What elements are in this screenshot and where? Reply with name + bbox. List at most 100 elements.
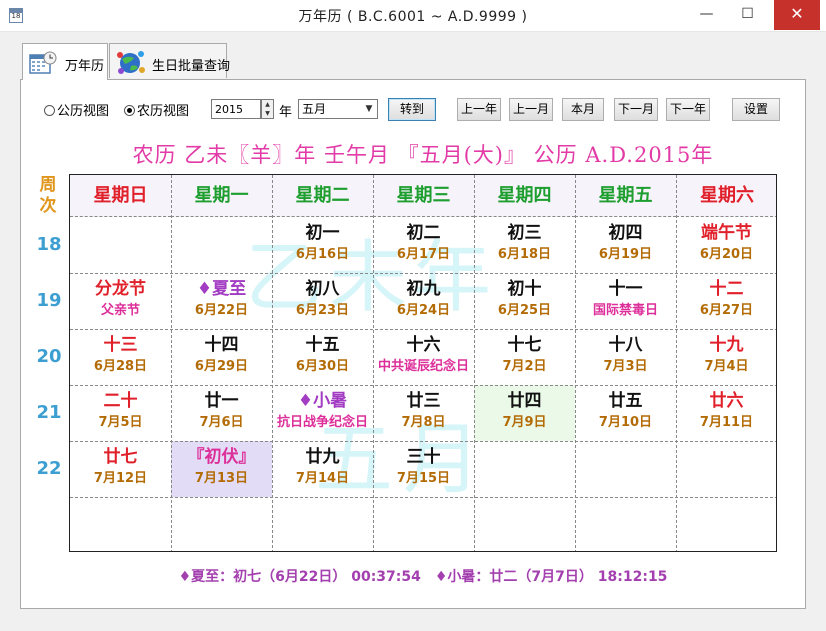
weekday-header: 星期日 bbox=[70, 175, 171, 217]
day-cell[interactable]: 十二 6月27日 bbox=[676, 273, 776, 329]
lunar-day-label: 十二 bbox=[709, 279, 744, 299]
solar-date-label: 6月24日 bbox=[396, 303, 451, 318]
day-cell[interactable]: 廿七 7月12日 bbox=[70, 441, 171, 497]
month-select[interactable]: 五月 ▼ bbox=[298, 99, 378, 119]
week-number-21: 21 bbox=[36, 402, 62, 423]
solar-date-label: 7月5日 bbox=[98, 415, 143, 430]
day-cell[interactable]: 三十 7月15日 bbox=[373, 441, 474, 497]
day-cell[interactable]: 十三 6月28日 bbox=[70, 329, 171, 385]
solar-date-label: 6月27日 bbox=[699, 303, 754, 318]
spin-down-icon[interactable]: ▼ bbox=[262, 109, 273, 118]
solar-date-label: 7月15日 bbox=[396, 471, 451, 486]
day-cell[interactable]: 十五 6月30日 bbox=[272, 329, 373, 385]
tab-calendar[interactable]: 万年历 bbox=[22, 43, 108, 80]
lunar-day-label: 十四 bbox=[204, 335, 239, 355]
solar-date-label: 6月25日 bbox=[497, 303, 552, 318]
this-month-button[interactable]: 本月 bbox=[562, 98, 604, 121]
lunar-day-label: 十九 bbox=[709, 335, 744, 355]
calendar-grid: 乙未年 五月 星期日 星期一 星期二 星期三 星期四 星期五 星期六 初一 6月16日 初二 6月1… bbox=[69, 174, 777, 552]
empty-day-cell[interactable] bbox=[676, 441, 776, 497]
solar-terms-footer: ♦夏至：初七（6月22日） 00:37:54 ♦小暑：廿二（7月7日） 18:1… bbox=[178, 569, 668, 585]
empty-day-cell[interactable] bbox=[575, 441, 676, 497]
lunar-day-label: 廿四 bbox=[507, 391, 542, 411]
day-cell[interactable]: ♦小暑 抗日战争纪念日 bbox=[272, 385, 373, 441]
day-cell[interactable]: 廿六 7月11日 bbox=[676, 385, 776, 441]
lunar-day-label: 二十 bbox=[103, 391, 138, 411]
prev-year-button[interactable]: 上一年 bbox=[457, 98, 501, 121]
year-spinner[interactable]: ▲ ▼ bbox=[261, 99, 274, 119]
week-number-20: 20 bbox=[36, 346, 62, 367]
solar-date-label: 6月17日 bbox=[396, 247, 451, 262]
close-button[interactable]: ✕ bbox=[774, 0, 820, 30]
settings-button[interactable]: 设置 bbox=[732, 98, 780, 121]
day-cell[interactable]: 十八 7月3日 bbox=[575, 329, 676, 385]
solar-date-label: 7月14日 bbox=[295, 471, 350, 486]
lunar-day-label: 初二 bbox=[406, 223, 441, 243]
solar-date-label: 6月29日 bbox=[194, 359, 249, 374]
lunar-day-label: 廿七 bbox=[103, 447, 138, 467]
next-year-button[interactable]: 下一年 bbox=[666, 98, 710, 121]
solar-view-label: 公历视图 bbox=[57, 104, 110, 119]
day-cell[interactable]: 廿五 7月10日 bbox=[575, 385, 676, 441]
year-input[interactable]: 2015 bbox=[211, 99, 261, 119]
prev-month-button[interactable]: 上一月 bbox=[509, 98, 553, 121]
day-cell[interactable]: 初二 6月17日 bbox=[373, 217, 474, 273]
day-cell[interactable]: 廿一 7月6日 bbox=[171, 385, 272, 441]
week-number-header: 周 次 bbox=[34, 175, 62, 217]
solar-date-label: 7月10日 bbox=[598, 415, 653, 430]
solar-date-label: 7月3日 bbox=[603, 359, 648, 374]
lunar-view-radio[interactable]: 农历视图 bbox=[124, 100, 189, 119]
grid-column-divider bbox=[171, 175, 172, 551]
next-month-button[interactable]: 下一月 bbox=[614, 98, 658, 121]
day-cell[interactable]: ♦夏至 6月22日 bbox=[171, 273, 272, 329]
maximize-button[interactable]: ☐ bbox=[731, 0, 764, 30]
goto-button[interactable]: 转到 bbox=[388, 98, 436, 121]
month-select-value: 五月 bbox=[302, 102, 327, 116]
day-cell[interactable]: 初十 6月25日 bbox=[474, 273, 575, 329]
day-cell[interactable]: 初九 6月24日 bbox=[373, 273, 474, 329]
year-unit-label: 年 bbox=[279, 105, 293, 120]
empty-day-cell[interactable] bbox=[70, 217, 171, 273]
solar-date-label: 7月2日 bbox=[502, 359, 547, 374]
day-cell[interactable]: 二十 7月5日 bbox=[70, 385, 171, 441]
day-cell[interactable]: 十九 7月4日 bbox=[676, 329, 776, 385]
lunar-day-label: 分龙节 bbox=[95, 279, 146, 299]
lunar-day-label: 廿六 bbox=[709, 391, 744, 411]
day-cell[interactable]: 廿三 7月8日 bbox=[373, 385, 474, 441]
lunar-day-label: 三十 bbox=[406, 447, 441, 467]
day-cell[interactable]: 分龙节 父亲节 bbox=[70, 273, 171, 329]
solar-date-label: 6月23日 bbox=[295, 303, 350, 318]
lunar-month-banner: 农历 乙未〖羊〗年 壬午月 『五月(大)』 公历 A.D.2015年 bbox=[132, 143, 714, 167]
lunar-day-label: 初十 bbox=[507, 279, 542, 299]
solar-date-label: 7月11日 bbox=[699, 415, 754, 430]
day-cell[interactable]: 初八 6月23日 bbox=[272, 273, 373, 329]
radio-selected-icon bbox=[124, 105, 135, 116]
day-cell[interactable]: 十七 7月2日 bbox=[474, 329, 575, 385]
day-cell[interactable]: 十六 中共诞辰纪念日 bbox=[373, 329, 474, 385]
spin-up-icon[interactable]: ▲ bbox=[262, 100, 273, 109]
tab-birthday-query[interactable]: 生日批量查询 bbox=[109, 43, 230, 78]
week-number-22: 22 bbox=[36, 458, 62, 479]
empty-day-cell[interactable] bbox=[474, 441, 575, 497]
day-cell[interactable]: 十四 6月29日 bbox=[171, 329, 272, 385]
day-cell[interactable]: 廿九 7月14日 bbox=[272, 441, 373, 497]
lunar-day-label: 廿三 bbox=[406, 391, 441, 411]
solar-view-radio[interactable]: 公历视图 bbox=[44, 100, 109, 119]
week-number-header-char-2: 次 bbox=[39, 196, 57, 216]
grid-row-divider bbox=[70, 329, 776, 330]
lunar-day-label: 十七 bbox=[507, 335, 542, 355]
day-cell[interactable]: 初一 6月16日 bbox=[272, 217, 373, 273]
solar-date-label: 国际禁毒日 bbox=[592, 303, 658, 318]
empty-day-cell[interactable] bbox=[171, 217, 272, 273]
day-cell[interactable]: 『初伏』 7月13日 bbox=[171, 441, 272, 497]
minimize-button[interactable]: — bbox=[690, 0, 723, 30]
day-cell[interactable]: 十一 国际禁毒日 bbox=[575, 273, 676, 329]
grid-row-divider bbox=[70, 385, 776, 386]
day-cell[interactable]: 廿四 7月9日 bbox=[474, 385, 575, 441]
solar-date-label: 7月13日 bbox=[194, 471, 249, 486]
grid-column-divider bbox=[373, 175, 374, 551]
day-cell[interactable]: 端午节 6月20日 bbox=[676, 217, 776, 273]
day-cell[interactable]: 初四 6月19日 bbox=[575, 217, 676, 273]
day-cell[interactable]: 初三 6月18日 bbox=[474, 217, 575, 273]
solar-date-label: 中共诞辰纪念日 bbox=[377, 359, 469, 374]
